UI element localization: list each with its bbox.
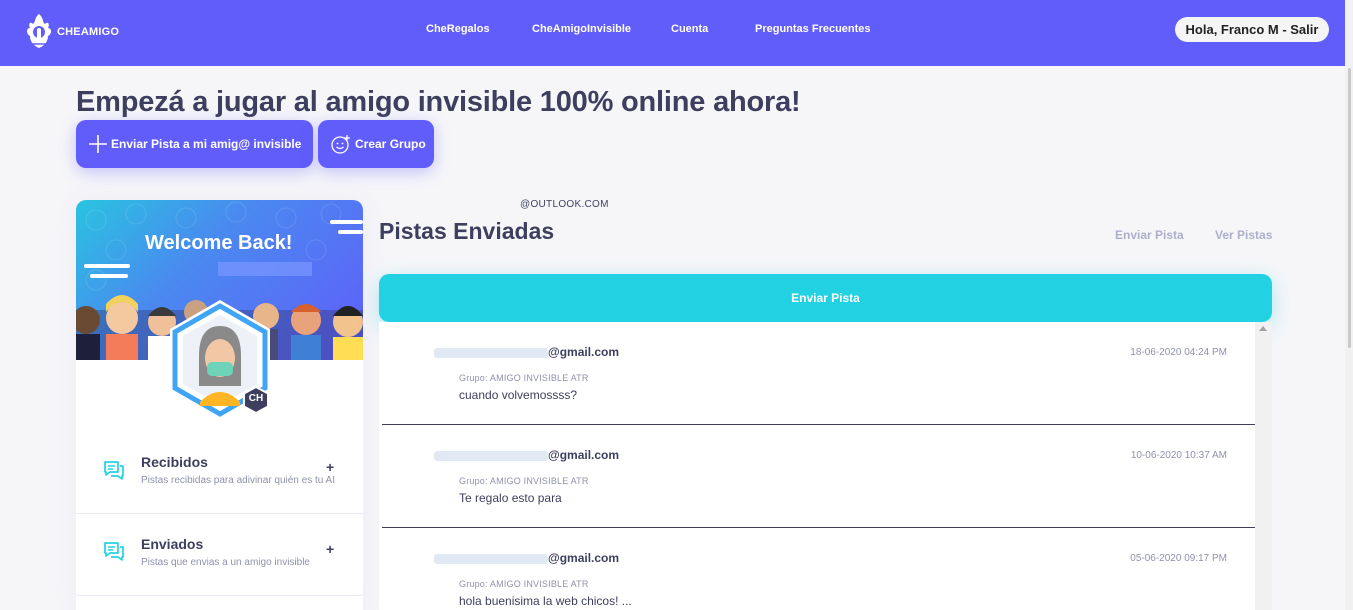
- brand-logo[interactable]: CHEAMIGO: [24, 12, 119, 52]
- welcome-text: Welcome Back!: [145, 232, 293, 254]
- message-email: @gmail.com: [548, 345, 620, 359]
- menu-title: Recibidos: [141, 454, 208, 470]
- logo-icon: [27, 14, 51, 48]
- create-group-button-label: Crear Grupo: [355, 137, 426, 151]
- chat-icon: [104, 461, 124, 480]
- message-text: hola buenisima la web chicos! ...: [459, 594, 632, 608]
- message-text: cuando volvemossss?: [459, 388, 578, 402]
- hints-list: @gmail.com 18-06-2020 04:24 PM Grupo: AM…: [379, 322, 1272, 610]
- tab-enviar-pista[interactable]: Enviar Pista: [1115, 228, 1184, 242]
- scroll-up-arrow-icon[interactable]: [1259, 326, 1267, 331]
- redacted-email: [434, 348, 548, 358]
- message-text: Te regalo esto para: [459, 491, 562, 505]
- expand-plus-icon[interactable]: +: [326, 459, 334, 475]
- user-logout-button[interactable]: Hola, Franco M - Salir: [1175, 17, 1329, 42]
- message-email: @gmail.com: [548, 551, 620, 565]
- expand-plus-icon[interactable]: +: [326, 541, 334, 557]
- brand-name: CHEAMIGO: [57, 26, 120, 38]
- list-item[interactable]: @gmail.com 10-06-2020 10:37 AM Grupo: AM…: [382, 425, 1255, 528]
- menu-item-enviados[interactable]: Enviados Pistas que envias a un amigo in…: [76, 514, 363, 596]
- enviar-pista-button[interactable]: Enviar Pista: [379, 274, 1272, 322]
- nav-link-preguntas-frecuentes[interactable]: Preguntas Frecuentes: [755, 23, 871, 35]
- message-date: 05-06-2020 09:17 PM: [1130, 553, 1227, 564]
- nav-link-cheregalos[interactable]: CheRegalos: [426, 23, 490, 35]
- message-date: 18-06-2020 04:24 PM: [1130, 347, 1227, 358]
- nav-link-cuenta[interactable]: Cuenta: [671, 23, 708, 35]
- email-tag: @OUTLOOK.COM: [520, 199, 609, 210]
- menu-description: Pistas recibidas para adivinar quién es …: [141, 475, 335, 486]
- nav-link-cheamigoinvisible[interactable]: CheAmigoInvisible: [532, 23, 631, 35]
- top-navbar: CHEAMIGO CheRegalos CheAmigoInvisible Cu…: [0, 0, 1353, 66]
- list-item[interactable]: @gmail.com 05-06-2020 09:17 PM Grupo: AM…: [382, 528, 1255, 610]
- profile-card: Welcome Back! CH Recibidos Pistas recibi…: [76, 200, 363, 610]
- redacted-name: [218, 262, 312, 276]
- page-title: Empezá a jugar al amigo invisible 100% o…: [76, 86, 801, 118]
- cloud-decoration: [90, 274, 128, 278]
- list-scrollbar[interactable]: [1255, 322, 1272, 610]
- message-email: @gmail.com: [548, 448, 620, 462]
- message-group: Grupo: AMIGO INVISIBLE ATR: [459, 373, 589, 383]
- send-hint-button-label: Enviar Pista a mi amig@ invisible: [111, 137, 302, 151]
- redacted-email: [434, 451, 548, 461]
- redacted-email: [434, 554, 548, 564]
- menu-description: Pistas que envias a un amigo invisible: [141, 557, 310, 568]
- send-hint-button[interactable]: Enviar Pista a mi amig@ invisible: [76, 120, 313, 168]
- menu-item-recibidos[interactable]: Recibidos Pistas recibidas para adivinar…: [76, 440, 363, 514]
- level-badge-text: CH: [248, 393, 264, 404]
- chat-icon: [104, 542, 124, 561]
- message-date: 10-06-2020 10:37 AM: [1130, 450, 1227, 461]
- tab-ver-pistas[interactable]: Ver Pistas: [1215, 228, 1272, 242]
- cloud-decoration: [84, 264, 130, 268]
- menu-title: Enviados: [141, 536, 204, 552]
- message-group: Grupo: AMIGO INVISIBLE ATR: [459, 579, 589, 589]
- list-item[interactable]: @gmail.com 18-06-2020 04:24 PM Grupo: AM…: [382, 322, 1255, 425]
- create-group-button[interactable]: Crear Grupo: [318, 120, 434, 168]
- smiley-add-icon: [331, 135, 350, 154]
- section-title: Pistas Enviadas: [379, 218, 555, 244]
- page-scrollbar-thumb[interactable]: [1348, 68, 1351, 348]
- cloud-decoration: [338, 230, 363, 234]
- message-group: Grupo: AMIGO INVISIBLE ATR: [459, 476, 589, 486]
- cloud-decoration: [330, 220, 363, 224]
- plus-icon: [89, 135, 107, 153]
